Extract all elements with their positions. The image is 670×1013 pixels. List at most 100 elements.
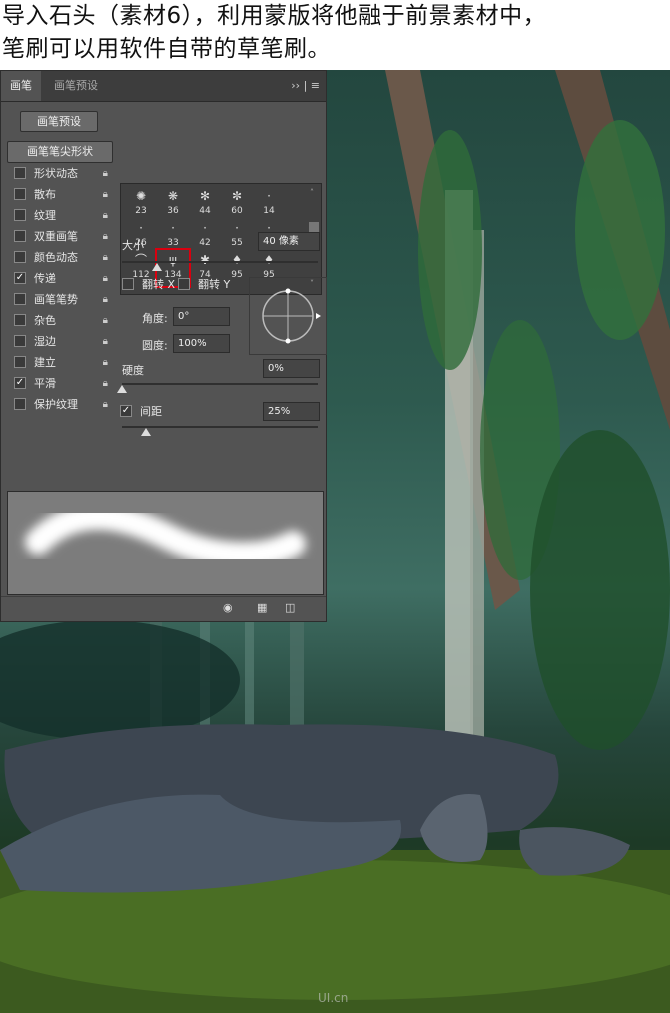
tab-brush[interactable]: 画笔 — [1, 71, 41, 101]
brush-tip-cell[interactable]: ❋ 36 — [157, 186, 189, 218]
lock-icon[interactable]: 🔒︎ — [103, 394, 108, 415]
roundness-label: 圆度: — [142, 339, 168, 352]
lock-icon[interactable]: 🔒︎ — [103, 331, 108, 352]
option-checkbox[interactable] — [14, 335, 26, 347]
brush-size-number: 14 — [263, 206, 275, 216]
option-checkbox[interactable] — [14, 356, 26, 368]
toggle-preview-icon[interactable]: ◉ — [223, 601, 233, 614]
option-label: 形状动态 — [34, 167, 78, 180]
caption-line-1: 导入石头（素材6），利用蒙版将他融于前景素材中， — [2, 3, 547, 29]
lock-icon[interactable]: 🔒︎ — [103, 289, 108, 310]
option-checkbox[interactable] — [14, 314, 26, 326]
option-checkbox[interactable] — [14, 293, 26, 305]
lock-icon[interactable]: 🔒︎ — [103, 310, 108, 331]
lock-icon[interactable]: 🔒︎ — [103, 373, 108, 394]
spacing-label: 间距 — [140, 405, 162, 418]
option-label: 湿边 — [34, 335, 56, 348]
spacing-checkbox[interactable]: ✓ — [120, 405, 132, 417]
brush-presets-button[interactable]: 画笔预设 — [20, 111, 98, 132]
brush-tip-glyph: ✺ — [135, 189, 147, 203]
lock-icon[interactable]: 🔒︎ — [103, 352, 108, 373]
brush-tip-glyph: · — [267, 189, 271, 203]
brush-tip-glyph: ♦ — [231, 253, 243, 267]
lock-icon[interactable]: 🔒︎ — [103, 247, 108, 268]
brush-tip-cell[interactable]: ✼ 60 — [221, 186, 253, 218]
brush-tip-cell[interactable]: · 33 — [157, 218, 189, 250]
tab-brush-presets[interactable]: 画笔预设 — [47, 71, 105, 101]
size-slider-knob[interactable] — [152, 263, 163, 271]
hardness-slider-knob[interactable] — [117, 385, 127, 393]
roundness-field[interactable]: 100% — [173, 334, 230, 353]
brush-option-row[interactable]: 纹理 🔒︎ — [7, 205, 111, 226]
spacing-field[interactable]: 25% — [263, 402, 320, 421]
lock-icon[interactable]: 🔒︎ — [103, 163, 108, 184]
lock-icon[interactable]: 🔒︎ — [103, 268, 108, 289]
option-label: 传递 — [34, 272, 56, 285]
brush-tip-glyph: ✱ — [199, 253, 211, 267]
brush-option-row[interactable]: ✓ 平滑 🔒︎ — [7, 373, 111, 394]
option-label: 平滑 — [34, 377, 56, 390]
size-field[interactable]: 40 像素 — [258, 232, 320, 251]
brush-option-row[interactable]: 双重画笔 🔒︎ — [7, 226, 111, 247]
option-label: 保护纹理 — [34, 398, 78, 411]
brush-size-number: 55 — [231, 238, 243, 248]
option-checkbox[interactable] — [14, 230, 26, 242]
brush-tip-shape-item[interactable]: 画笔笔尖形状 — [7, 141, 113, 163]
panel-menu-icon[interactable]: ›› | ≡ — [291, 71, 320, 101]
hardness-label: 硬度 — [122, 364, 144, 377]
panel-footer: ◉ ▦ ◫ — [1, 596, 326, 621]
new-brush-icon[interactable]: ◫ — [285, 601, 295, 614]
brush-option-row[interactable]: 建立 🔒︎ — [7, 352, 111, 373]
option-checkbox[interactable] — [14, 167, 26, 179]
brush-tip-glyph: · — [203, 221, 207, 235]
flip-x-checkbox[interactable] — [122, 278, 134, 290]
option-label: 双重画笔 — [34, 230, 78, 243]
brush-option-row[interactable]: 保护纹理 🔒︎ — [7, 394, 111, 415]
caption-line-2: 笔刷可以用软件自带的草笔刷。 — [2, 36, 331, 62]
brush-option-row[interactable]: 颜色动态 🔒︎ — [7, 247, 111, 268]
flip-y-row[interactable]: 翻转 Y — [171, 274, 241, 295]
spacing-row[interactable]: ✓ 间距 — [113, 401, 193, 422]
brush-option-row[interactable]: 散布 🔒︎ — [7, 184, 111, 205]
option-checkbox[interactable]: ✓ — [14, 377, 26, 389]
brush-tip-glyph: ♦ — [263, 253, 275, 267]
brush-tip-glyph: · — [139, 221, 143, 235]
angle-field[interactable]: 0° — [173, 307, 230, 326]
option-checkbox[interactable] — [14, 398, 26, 410]
option-checkbox[interactable] — [14, 251, 26, 263]
grid-view-icon[interactable]: ▦ — [257, 601, 267, 614]
brush-panel: 画笔 画笔预设 ›› | ≡ 画笔预设 画笔笔尖形状 形状动态 🔒︎ 散布 🔒︎ 纹理 🔒… — [0, 70, 327, 622]
flip-y-checkbox[interactable] — [178, 278, 190, 290]
brush-option-row[interactable]: 杂色 🔒︎ — [7, 310, 111, 331]
hardness-slider[interactable] — [122, 383, 318, 385]
lock-icon[interactable]: 🔒︎ — [103, 184, 108, 205]
option-checkbox[interactable] — [14, 188, 26, 200]
brush-tip-cell[interactable]: · 14 — [253, 186, 285, 218]
spacing-slider[interactable] — [122, 426, 318, 428]
brush-size-number: 42 — [199, 238, 211, 248]
option-label: 纹理 — [34, 209, 56, 222]
lock-icon[interactable]: 🔒︎ — [103, 205, 108, 226]
tutorial-caption: 导入石头（素材6），利用蒙版将他融于前景素材中， 笔刷可以用软件自带的草笔刷。 — [2, 0, 670, 68]
option-checkbox[interactable] — [14, 209, 26, 221]
brush-option-row[interactable]: 形状动态 🔒︎ — [7, 163, 111, 184]
brush-tip-glyph: ✻ — [199, 189, 211, 203]
scroll-up-icon[interactable]: ˄ — [310, 188, 314, 197]
brush-tip-glyph: ✼ — [231, 189, 243, 203]
brush-size-number: 33 — [167, 238, 179, 248]
brush-tip-cell[interactable]: · 55 — [221, 218, 253, 250]
lock-icon[interactable]: 🔒︎ — [103, 226, 108, 247]
option-checkbox[interactable]: ✓ — [14, 272, 26, 284]
brush-tip-cell[interactable]: ✻ 44 — [189, 186, 221, 218]
brush-option-row[interactable]: 湿边 🔒︎ — [7, 331, 111, 352]
angle-roundness-widget[interactable] — [249, 277, 327, 355]
spacing-slider-knob[interactable] — [140, 428, 151, 436]
hardness-field[interactable]: 0% — [263, 359, 320, 378]
brush-option-row[interactable]: 画笔笔势 🔒︎ — [7, 289, 111, 310]
brush-tip-glyph: · — [235, 221, 239, 235]
brush-tip-cell[interactable]: · 42 — [189, 218, 221, 250]
brush-option-row[interactable]: ✓ 传递 🔒︎ — [7, 268, 111, 289]
brush-options-list: 形状动态 🔒︎ 散布 🔒︎ 纹理 🔒︎ 双重画笔 🔒︎ 颜色动态 🔒︎ ✓ 传递 🔒︎ 画笔笔势 🔒︎ 杂色 🔒… — [7, 163, 111, 415]
brush-stroke-preview — [7, 491, 324, 595]
brush-tip-cell[interactable]: ✺ 23 — [125, 186, 157, 218]
